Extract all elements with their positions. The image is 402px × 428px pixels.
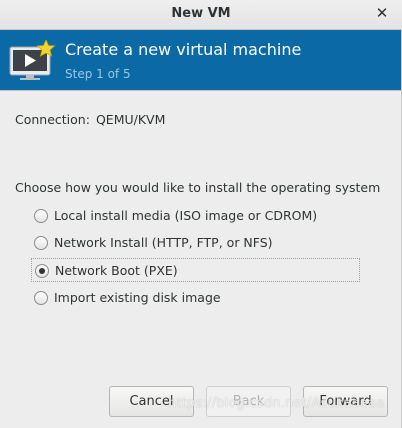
back-button[interactable]: Back [206, 386, 291, 417]
wizard-step: Step 1 of 5 [65, 67, 131, 81]
radio-button[interactable] [34, 209, 48, 223]
forward-button[interactable]: Forward [303, 386, 388, 417]
close-icon[interactable]: ✕ [374, 5, 390, 21]
wizard-heading: Create a new virtual machine [65, 40, 302, 59]
install-option-local-media[interactable]: Local install media (ISO image or CDROM) [31, 204, 360, 228]
radio-button[interactable] [34, 236, 48, 250]
cancel-button[interactable]: Cancel [109, 386, 194, 417]
radio-button-selected[interactable] [35, 264, 49, 278]
window-title: New VM [171, 6, 231, 21]
title-bar: New VM ✕ [0, 0, 402, 30]
option-label: Import existing disk image [54, 290, 221, 305]
banner-divider [0, 90, 402, 91]
option-label: Network Boot (PXE) [55, 263, 178, 278]
vm-monitor-star-icon [9, 40, 56, 80]
option-label: Local install media (ISO image or CDROM) [54, 208, 318, 223]
radio-button[interactable] [34, 291, 48, 305]
install-option-network-boot[interactable]: Network Boot (PXE) [31, 258, 360, 282]
install-option-network-install[interactable]: Network Install (HTTP, FTP, or NFS) [31, 231, 360, 255]
wizard-banner: Create a new virtual machine Step 1 of 5 [0, 30, 402, 90]
install-prompt: Choose how you would like to install the… [15, 180, 381, 195]
connection-label: Connection: [15, 112, 90, 127]
install-option-import-disk[interactable]: Import existing disk image [31, 286, 360, 310]
option-label: Network Install (HTTP, FTP, or NFS) [54, 235, 273, 250]
connection-value: QEMU/KVM [95, 112, 166, 127]
connection-row: Connection: QEMU/KVM [15, 112, 165, 127]
